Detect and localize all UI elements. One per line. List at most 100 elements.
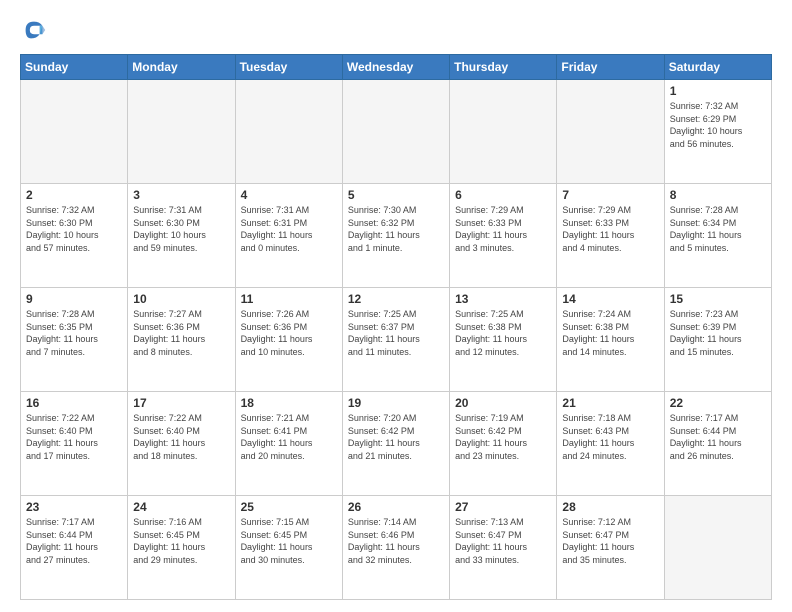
- calendar-week-1: 1 Sunrise: 7:32 AM Sunset: 6:29 PM Daylig…: [21, 80, 772, 184]
- day-number: 25: [241, 500, 337, 514]
- day-info: Sunrise: 7:27 AM Sunset: 6:36 PM Dayligh…: [133, 308, 229, 358]
- day-number: 5: [348, 188, 444, 202]
- calendar-day: 22 Sunrise: 7:17 AM Sunset: 6:44 PM Dayli…: [664, 392, 771, 496]
- calendar-day: [664, 496, 771, 600]
- day-number: 1: [670, 84, 766, 98]
- day-info: Sunrise: 7:22 AM Sunset: 6:40 PM Dayligh…: [133, 412, 229, 462]
- day-number: 26: [348, 500, 444, 514]
- calendar-week-2: 2Sunrise: 7:32 AM Sunset: 6:30 PM Daylig…: [21, 184, 772, 288]
- day-info: Sunrise: 7:17 AM Sunset: 6:44 PM Dayligh…: [670, 412, 766, 462]
- day-number: 19: [348, 396, 444, 410]
- day-number: 4: [241, 188, 337, 202]
- logo: [20, 16, 52, 44]
- calendar-day: 17 Sunrise: 7:22 AM Sunset: 6:40 PM Dayli…: [128, 392, 235, 496]
- day-info: Sunrise: 7:22 AM Sunset: 6:40 PM Dayligh…: [26, 412, 122, 462]
- day-info: Sunrise: 7:18 AM Sunset: 6:43 PM Dayligh…: [562, 412, 658, 462]
- calendar-day: [557, 80, 664, 184]
- logo-icon: [20, 16, 48, 44]
- day-number: 27: [455, 500, 551, 514]
- calendar-day: 20 Sunrise: 7:19 AM Sunset: 6:42 PM Dayli…: [450, 392, 557, 496]
- calendar-day: 26 Sunrise: 7:14 AM Sunset: 6:46 PM Dayli…: [342, 496, 449, 600]
- day-number: 18: [241, 396, 337, 410]
- day-number: 12: [348, 292, 444, 306]
- day-info: Sunrise: 7:32 AM Sunset: 6:29 PM Dayligh…: [670, 100, 766, 150]
- calendar-header-thursday: Thursday: [450, 55, 557, 80]
- calendar-day: 14 Sunrise: 7:24 AM Sunset: 6:38 PM Dayli…: [557, 288, 664, 392]
- day-number: 21: [562, 396, 658, 410]
- calendar-day: 18 Sunrise: 7:21 AM Sunset: 6:41 PM Dayli…: [235, 392, 342, 496]
- calendar-day: [21, 80, 128, 184]
- day-number: 13: [455, 292, 551, 306]
- calendar-day: 7 Sunrise: 7:29 AM Sunset: 6:33 PM Daylig…: [557, 184, 664, 288]
- day-info: Sunrise: 7:12 AM Sunset: 6:47 PM Dayligh…: [562, 516, 658, 566]
- day-info: Sunrise: 7:24 AM Sunset: 6:38 PM Dayligh…: [562, 308, 658, 358]
- day-info: Sunrise: 7:30 AM Sunset: 6:32 PM Dayligh…: [348, 204, 444, 254]
- day-number: 20: [455, 396, 551, 410]
- calendar-day: 23Sunrise: 7:17 AM Sunset: 6:44 PM Dayli…: [21, 496, 128, 600]
- calendar-header-sunday: Sunday: [21, 55, 128, 80]
- day-info: Sunrise: 7:23 AM Sunset: 6:39 PM Dayligh…: [670, 308, 766, 358]
- day-number: 24: [133, 500, 229, 514]
- day-number: 17: [133, 396, 229, 410]
- calendar-day: 13 Sunrise: 7:25 AM Sunset: 6:38 PM Dayli…: [450, 288, 557, 392]
- calendar-day: 4 Sunrise: 7:31 AM Sunset: 6:31 PM Daylig…: [235, 184, 342, 288]
- day-info: Sunrise: 7:21 AM Sunset: 6:41 PM Dayligh…: [241, 412, 337, 462]
- calendar-day: 21 Sunrise: 7:18 AM Sunset: 6:43 PM Dayli…: [557, 392, 664, 496]
- calendar-day: 9Sunrise: 7:28 AM Sunset: 6:35 PM Daylig…: [21, 288, 128, 392]
- calendar-header-saturday: Saturday: [664, 55, 771, 80]
- page: SundayMondayTuesdayWednesdayThursdayFrid…: [0, 0, 792, 612]
- day-info: Sunrise: 7:28 AM Sunset: 6:34 PM Dayligh…: [670, 204, 766, 254]
- day-number: 3: [133, 188, 229, 202]
- calendar-header-friday: Friday: [557, 55, 664, 80]
- calendar-day: 1 Sunrise: 7:32 AM Sunset: 6:29 PM Daylig…: [664, 80, 771, 184]
- calendar-day: 8 Sunrise: 7:28 AM Sunset: 6:34 PM Daylig…: [664, 184, 771, 288]
- calendar-week-4: 16 Sunrise: 7:22 AM Sunset: 6:40 PM Dayli…: [21, 392, 772, 496]
- calendar-day: 19 Sunrise: 7:20 AM Sunset: 6:42 PM Dayli…: [342, 392, 449, 496]
- calendar-table: SundayMondayTuesdayWednesdayThursdayFrid…: [20, 54, 772, 600]
- calendar-day: 11 Sunrise: 7:26 AM Sunset: 6:36 PM Dayli…: [235, 288, 342, 392]
- calendar-day: 12 Sunrise: 7:25 AM Sunset: 6:37 PM Dayli…: [342, 288, 449, 392]
- calendar-day: 5 Sunrise: 7:30 AM Sunset: 6:32 PM Daylig…: [342, 184, 449, 288]
- calendar-header-wednesday: Wednesday: [342, 55, 449, 80]
- day-number: 10: [133, 292, 229, 306]
- day-number: 15: [670, 292, 766, 306]
- calendar-day: 3Sunrise: 7:31 AM Sunset: 6:30 PM Daylig…: [128, 184, 235, 288]
- day-info: Sunrise: 7:28 AM Sunset: 6:35 PM Dayligh…: [26, 308, 122, 358]
- day-info: Sunrise: 7:15 AM Sunset: 6:45 PM Dayligh…: [241, 516, 337, 566]
- day-number: 11: [241, 292, 337, 306]
- day-info: Sunrise: 7:25 AM Sunset: 6:37 PM Dayligh…: [348, 308, 444, 358]
- calendar-week-3: 9Sunrise: 7:28 AM Sunset: 6:35 PM Daylig…: [21, 288, 772, 392]
- calendar-header-row: SundayMondayTuesdayWednesdayThursdayFrid…: [21, 55, 772, 80]
- calendar-day: 6 Sunrise: 7:29 AM Sunset: 6:33 PM Daylig…: [450, 184, 557, 288]
- calendar-day: 25 Sunrise: 7:15 AM Sunset: 6:45 PM Dayli…: [235, 496, 342, 600]
- day-number: 23: [26, 500, 122, 514]
- day-info: Sunrise: 7:14 AM Sunset: 6:46 PM Dayligh…: [348, 516, 444, 566]
- day-number: 14: [562, 292, 658, 306]
- calendar-day: 15 Sunrise: 7:23 AM Sunset: 6:39 PM Dayli…: [664, 288, 771, 392]
- day-info: Sunrise: 7:16 AM Sunset: 6:45 PM Dayligh…: [133, 516, 229, 566]
- day-info: Sunrise: 7:13 AM Sunset: 6:47 PM Dayligh…: [455, 516, 551, 566]
- day-number: 8: [670, 188, 766, 202]
- day-number: 16: [26, 396, 122, 410]
- calendar-day: 16 Sunrise: 7:22 AM Sunset: 6:40 PM Dayli…: [21, 392, 128, 496]
- calendar-day: 24 Sunrise: 7:16 AM Sunset: 6:45 PM Dayli…: [128, 496, 235, 600]
- day-number: 7: [562, 188, 658, 202]
- calendar-day: [128, 80, 235, 184]
- calendar-day: 10 Sunrise: 7:27 AM Sunset: 6:36 PM Dayli…: [128, 288, 235, 392]
- day-info: Sunrise: 7:26 AM Sunset: 6:36 PM Dayligh…: [241, 308, 337, 358]
- calendar-day: [235, 80, 342, 184]
- calendar-day: 27 Sunrise: 7:13 AM Sunset: 6:47 PM Dayli…: [450, 496, 557, 600]
- day-info: Sunrise: 7:29 AM Sunset: 6:33 PM Dayligh…: [562, 204, 658, 254]
- day-info: Sunrise: 7:29 AM Sunset: 6:33 PM Dayligh…: [455, 204, 551, 254]
- calendar-week-5: 23Sunrise: 7:17 AM Sunset: 6:44 PM Dayli…: [21, 496, 772, 600]
- day-number: 2: [26, 188, 122, 202]
- day-info: Sunrise: 7:25 AM Sunset: 6:38 PM Dayligh…: [455, 308, 551, 358]
- day-info: Sunrise: 7:31 AM Sunset: 6:31 PM Dayligh…: [241, 204, 337, 254]
- day-info: Sunrise: 7:20 AM Sunset: 6:42 PM Dayligh…: [348, 412, 444, 462]
- day-number: 22: [670, 396, 766, 410]
- calendar-day: [450, 80, 557, 184]
- calendar-day: 28Sunrise: 7:12 AM Sunset: 6:47 PM Dayli…: [557, 496, 664, 600]
- day-number: 6: [455, 188, 551, 202]
- calendar-day: 2Sunrise: 7:32 AM Sunset: 6:30 PM Daylig…: [21, 184, 128, 288]
- day-info: Sunrise: 7:19 AM Sunset: 6:42 PM Dayligh…: [455, 412, 551, 462]
